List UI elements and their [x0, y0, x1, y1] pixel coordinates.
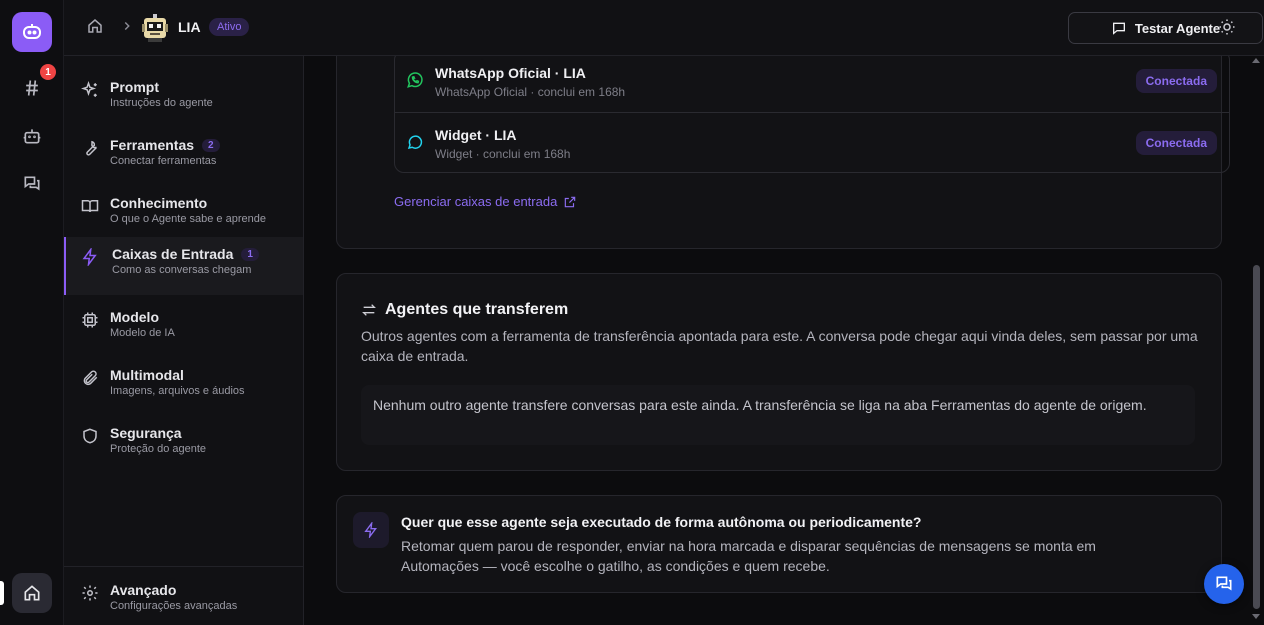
sidebar-divider — [64, 566, 303, 567]
sidebar-item-prompt[interactable]: Prompt Instruções do agente — [64, 70, 303, 128]
app-root: 1 LIA Ativo Testar Agente Prompt Instruç… — [0, 0, 1264, 625]
wrench-icon — [86, 140, 97, 156]
test-agent-label: Testar Agente — [1134, 20, 1221, 36]
sidebar-item-sublabel: Como as conversas chegam — [112, 264, 252, 276]
inbox-title: Widget · LIA — [435, 127, 517, 143]
manage-inboxes-link[interactable]: Gerenciar caixas de entrada — [394, 194, 577, 209]
automation-card[interactable]: Quer que esse agente seja executado de f… — [336, 495, 1222, 593]
notification-badge: 1 — [40, 64, 56, 80]
icon-rail: 1 — [0, 0, 64, 625]
empty-state-message: Nenhum outro agente transfere conversas … — [361, 385, 1195, 445]
arrows-left-right-icon — [362, 304, 376, 316]
sidebar-item-label: Conhecimento — [110, 195, 208, 211]
sun-icon — [1219, 19, 1235, 35]
sidebar-item-label: Avançado — [110, 582, 177, 598]
home-icon — [88, 19, 102, 33]
sidebar-item-label: Prompt — [110, 79, 159, 95]
sidebar-item-conhecimento[interactable]: Conhecimento O que o Agente sabe e apren… — [64, 186, 303, 244]
scroll-down-arrow[interactable] — [1252, 614, 1260, 619]
inbox-subtitle: WhatsApp Oficial · conclui em 168h — [435, 85, 626, 99]
sparkles-icon — [81, 81, 97, 97]
sidebar-item-ferramentas[interactable]: Ferramentas 2 Conectar ferramentas — [64, 128, 303, 186]
top-bar: LIA Ativo Testar Agente — [64, 0, 1264, 56]
inbox-row-whatsapp[interactable]: WhatsApp Oficial · LIA WhatsApp Oficial … — [395, 56, 1229, 112]
tool-count-badge: 2 — [202, 138, 220, 152]
bot-icon — [23, 129, 41, 144]
status-badge: Ativo — [209, 18, 250, 36]
transfer-agents-card: Agentes que transferem Outros agentes co… — [336, 273, 1222, 471]
sidebar-item-label: Segurança — [110, 425, 182, 441]
sidebar-item-sublabel: O que o Agente sabe e aprende — [110, 213, 266, 225]
scroll-up-arrow[interactable] — [1252, 58, 1260, 63]
transfer-section-description: Outros agentes com a ferramenta de trans… — [361, 328, 1198, 364]
zap-icon — [82, 248, 97, 266]
sidebar-item-sublabel: Configurações avançadas — [110, 600, 238, 612]
messages-icon — [24, 176, 40, 191]
sidebar-item-sublabel: Modelo de IA — [110, 327, 175, 339]
robot-logo-icon — [23, 24, 41, 39]
inboxes-card: WhatsApp Oficial · LIA WhatsApp Oficial … — [336, 56, 1230, 249]
sidebar-item-label: Modelo — [110, 309, 159, 325]
automation-description: Retomar quem parou de responder, enviar … — [401, 538, 1096, 574]
home-nav-button[interactable] — [12, 573, 52, 613]
hash-icon — [26, 80, 38, 96]
cpu-icon — [82, 312, 98, 328]
agents-nav-button[interactable] — [16, 120, 48, 152]
external-link-icon — [565, 196, 576, 207]
messages-icon — [1216, 576, 1232, 591]
gear-icon — [82, 585, 98, 601]
sidebar-item-caixas-de-entrada[interactable]: Caixas de Entrada 1 Como as conversas che… — [64, 237, 303, 295]
rail-active-indicator — [0, 581, 4, 605]
transfer-section-title: Agentes que transferem — [385, 301, 569, 318]
chat-bubble-icon — [407, 135, 423, 150]
inbox-title: WhatsApp Oficial · LIA — [435, 65, 586, 81]
book-open-icon — [81, 200, 99, 213]
inbox-list: WhatsApp Oficial · LIA WhatsApp Oficial … — [394, 56, 1230, 173]
sidebar-item-modelo[interactable]: Modelo Modelo de IA — [64, 300, 303, 358]
sidebar-item-avancado[interactable]: Avançado Configurações avançadas — [64, 573, 303, 625]
sidebar-item-label: Caixas de Entrada — [112, 246, 234, 262]
sidebar-item-sublabel: Conectar ferramentas — [110, 155, 217, 167]
conversations-nav-button[interactable] — [16, 168, 48, 200]
settings-sidebar: Prompt Instruções do agente Ferramentas 2… — [64, 56, 304, 625]
automation-title: Quer que esse agente seja executado de f… — [401, 514, 922, 530]
chevron-right-icon — [120, 19, 134, 36]
sidebar-item-seguranca[interactable]: Segurança Proteção do agente — [64, 416, 303, 474]
manage-inboxes-label: Gerenciar caixas de entrada — [394, 194, 558, 209]
sidebar-item-sublabel: Imagens, arquivos e áudios — [110, 385, 245, 397]
app-logo[interactable] — [12, 12, 52, 52]
sidebar-item-sublabel: Instruções do agente — [110, 97, 213, 109]
inbox-row-widget[interactable]: Widget · LIA Widget · conclui em 168h Co… — [395, 112, 1229, 173]
transfer-section-header: Agentes que transferem — [361, 301, 568, 319]
sidebar-item-label: Multimodal — [110, 367, 184, 383]
theme-toggle[interactable] — [1218, 18, 1236, 39]
main-content: WhatsApp Oficial · LIA WhatsApp Oficial … — [304, 56, 1248, 625]
inbox-subtitle: Widget · conclui em 168h — [435, 147, 571, 161]
inbox-count-badge: 1 — [241, 247, 259, 261]
paperclip-icon — [83, 370, 98, 386]
support-chat-button[interactable] — [1204, 564, 1244, 604]
connected-badge: Conectada — [1135, 131, 1217, 155]
shield-icon — [83, 428, 97, 444]
sidebar-item-multimodal[interactable]: Multimodal Imagens, arquivos e áudios — [64, 358, 303, 416]
connected-badge: Conectada — [1135, 69, 1217, 93]
agent-avatar — [142, 14, 168, 42]
automation-icon-box — [353, 512, 389, 548]
home-icon — [24, 585, 40, 601]
scrollbar-thumb[interactable] — [1253, 265, 1260, 609]
agent-name: LIA — [178, 19, 201, 35]
breadcrumb-home[interactable] — [86, 17, 104, 38]
sidebar-item-sublabel: Proteção do agente — [110, 443, 207, 455]
zap-icon — [364, 522, 377, 538]
sidebar-item-label: Ferramentas — [110, 137, 195, 153]
message-square-icon — [1112, 22, 1125, 35]
whatsapp-icon — [407, 72, 423, 88]
